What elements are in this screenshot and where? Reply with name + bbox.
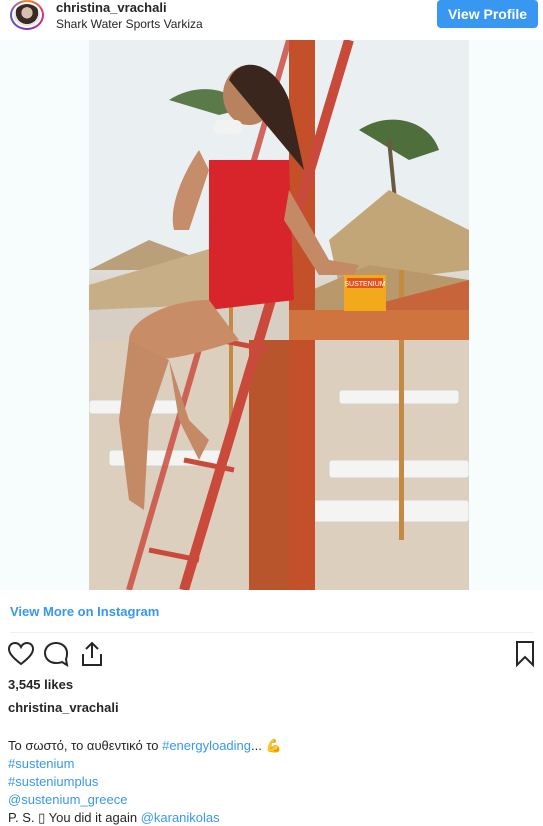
avatar-ring <box>12 2 42 28</box>
caption-text-ps: P. S. ▯ You did it again <box>8 810 141 825</box>
heart-icon[interactable] <box>7 640 35 668</box>
comment-icon[interactable] <box>42 640 70 668</box>
caption-suffix: ... 💪 <box>251 738 282 753</box>
mention-karanikolas[interactable]: @karanikolas <box>141 810 220 825</box>
username[interactable]: christina_vrachali <box>56 0 167 15</box>
avatar-image <box>14 4 40 26</box>
likes-count[interactable]: 3,545 likes <box>8 677 73 692</box>
caption-line-1: Το σωστό, το αυθεντικό το #energyloading… <box>8 737 282 755</box>
location[interactable]: Shark Water Sports Varkiza <box>56 17 203 31</box>
caption-text: Το σωστό, το αυθεντικό το <box>8 738 163 753</box>
hashtag-energyloading[interactable]: #energyloading <box>162 738 251 753</box>
view-profile-button[interactable]: View Profile <box>437 0 538 28</box>
action-bar <box>0 640 543 670</box>
divider <box>10 632 533 633</box>
mention-sustenium-greece[interactable]: @sustenium_greece <box>8 791 282 809</box>
caption-author[interactable]: christina_vrachali <box>8 700 119 715</box>
hashtag-sustenium[interactable]: #sustenium <box>8 755 282 773</box>
post-photo-illustration: SUSTENIUM <box>89 40 469 590</box>
caption-line-5: P. S. ▯ You did it again @karanikolas <box>8 809 282 826</box>
post-image-container: SUSTENIUM <box>0 40 543 590</box>
product-label: SUSTENIUM <box>344 281 385 288</box>
share-icon[interactable] <box>78 640 106 668</box>
caption: Το σωστό, το αυθεντικό το #energyloading… <box>8 737 282 826</box>
view-more-link[interactable]: View More on Instagram <box>10 604 159 619</box>
post-image[interactable]: SUSTENIUM <box>89 40 469 590</box>
post-header: christina_vrachali Shark Water Sports Va… <box>0 0 543 32</box>
hashtag-susteniumplus[interactable]: #susteniumplus <box>8 773 282 791</box>
avatar[interactable] <box>10 0 44 30</box>
bookmark-icon[interactable] <box>512 640 540 668</box>
